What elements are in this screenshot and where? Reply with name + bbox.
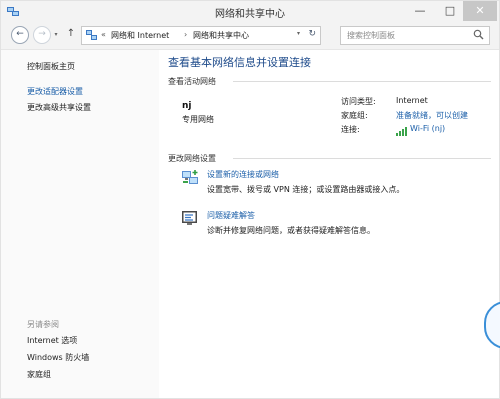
setup-new-connection-link[interactable]: 设置新的连接或网络 <box>207 169 279 180</box>
new-connection-icon <box>182 170 198 184</box>
see-also-heading: 另请参阅 <box>27 320 59 329</box>
homegroup-status-link[interactable]: 准备就绪，可以创建 <box>396 110 468 121</box>
recent-locations-button[interactable]: ▾ <box>52 31 60 39</box>
address-bar[interactable]: « 网络和 Internet › 网络和共享中心 ▾ ↻ <box>81 26 321 45</box>
back-button[interactable]: ← <box>11 26 29 44</box>
maximize-button[interactable]: □ <box>437 1 463 21</box>
active-networks-heading: 查看活动网络 <box>168 77 216 86</box>
access-type-value: Internet <box>396 96 428 105</box>
setup-new-connection-description: 设置宽带、拨号或 VPN 连接；或设置路由器或接入点。 <box>207 185 405 194</box>
access-type-label: 访问类型: <box>341 97 376 106</box>
address-separator[interactable]: › <box>184 30 187 39</box>
up-button[interactable]: ↑ <box>63 26 79 42</box>
homegroup-label: 家庭组: <box>341 111 368 120</box>
troubleshoot-problems-link[interactable]: 问题疑难解答 <box>207 210 255 221</box>
close-button[interactable]: ✕ <box>463 1 497 21</box>
network-center-icon <box>86 30 97 40</box>
connection-label: 连接: <box>341 125 360 134</box>
search-placeholder: 搜索控制面板 <box>347 31 395 40</box>
refresh-icon[interactable]: ↻ <box>308 29 316 39</box>
forward-button[interactable]: → <box>33 26 51 44</box>
wifi-signal-icon <box>396 127 407 136</box>
troubleshoot-description: 诊断并修复网络问题，或者获得疑难解答信息。 <box>207 226 375 235</box>
internet-options-link[interactable]: Internet 选项 <box>27 335 77 346</box>
network-type-link[interactable]: 专用网络 <box>182 114 214 125</box>
address-dropdown-icon[interactable]: ▾ <box>297 30 300 37</box>
main-content: 查看基本网络信息并设置连接 查看活动网络 nj 专用网络 访问类型: Inter… <box>159 50 499 398</box>
left-pane: 控制面板主页 更改适配器设置 更改高级共享设置 另请参阅 Internet 选项… <box>1 50 159 398</box>
troubleshoot-icon <box>182 211 197 225</box>
windows-firewall-link[interactable]: Windows 防火墙 <box>27 352 89 363</box>
navigation-bar: ← → ▾ ↑ « 网络和 Internet › 网络和共享中心 ▾ ↻ 搜索控… <box>1 23 499 50</box>
change-network-settings-heading: 更改网络设置 <box>168 154 216 163</box>
network-name: nj <box>182 101 192 111</box>
change-advanced-sharing-link[interactable]: 更改高级共享设置 <box>27 102 91 113</box>
control-panel-home-link[interactable]: 控制面板主页 <box>27 61 75 72</box>
wifi-connection-link[interactable]: Wi-Fi (nj) <box>410 124 445 133</box>
search-input[interactable]: 搜索控制面板 <box>340 26 490 45</box>
title-bar: 网络和共享中心 — □ ✕ <box>1 1 499 23</box>
address-segment-sharing-center[interactable]: 网络和共享中心 <box>193 30 249 41</box>
address-overflow[interactable]: « <box>101 30 106 39</box>
minimize-button[interactable]: — <box>407 1 433 21</box>
change-adapter-settings-link[interactable]: 更改适配器设置 <box>27 86 83 97</box>
homegroup-link[interactable]: 家庭组 <box>27 369 51 380</box>
search-icon[interactable] <box>473 29 484 40</box>
section-divider <box>233 81 491 82</box>
page-title: 查看基本网络信息并设置连接 <box>168 56 311 69</box>
address-segment-network-internet[interactable]: 网络和 Internet <box>111 30 169 41</box>
window: 网络和共享中心 — □ ✕ ← → ▾ ↑ « 网络和 Internet › 网… <box>0 0 500 399</box>
section-divider <box>233 158 491 159</box>
